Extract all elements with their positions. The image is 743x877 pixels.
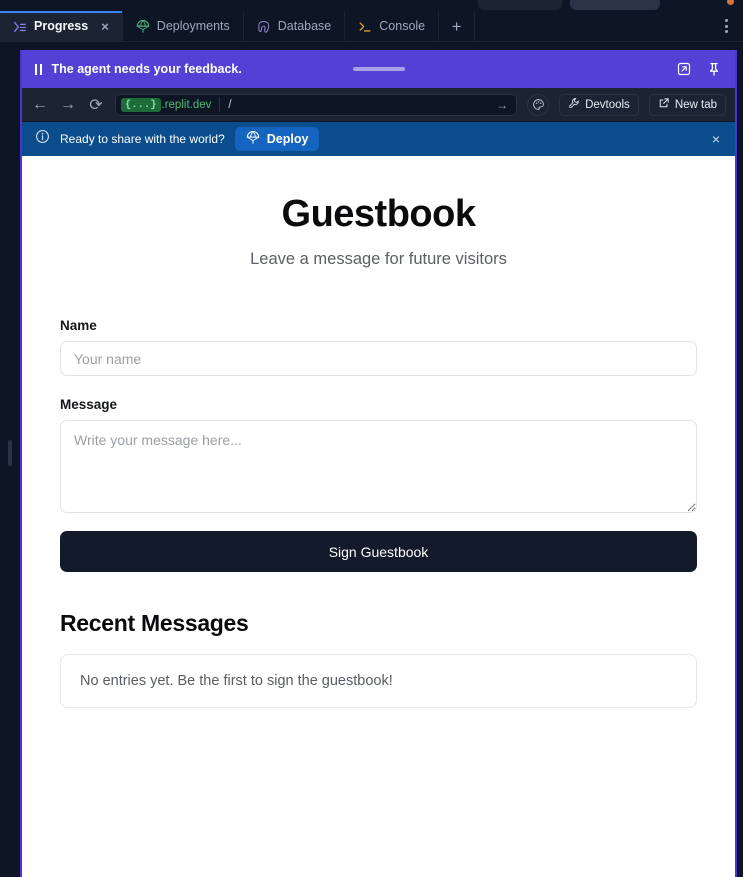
tab-label: Database bbox=[277, 19, 332, 34]
guestbook-form: Name Message Sign Guestbook bbox=[60, 318, 697, 572]
info-circle-icon bbox=[35, 129, 50, 149]
sign-guestbook-button[interactable]: Sign Guestbook bbox=[60, 531, 697, 572]
empty-state-card: No entries yet. Be the first to sign the… bbox=[60, 654, 697, 708]
devtools-label: Devtools bbox=[585, 98, 630, 111]
devtools-button[interactable]: Devtools bbox=[559, 93, 639, 116]
drag-handle[interactable] bbox=[352, 67, 405, 71]
recent-messages-heading: Recent Messages bbox=[60, 610, 249, 636]
pin-icon[interactable] bbox=[706, 61, 722, 77]
forward-button[interactable]: → bbox=[59, 96, 77, 114]
new-tab-label: New tab bbox=[674, 98, 717, 111]
url-host-text: .replit.dev bbox=[161, 98, 212, 111]
panel-resize-handle[interactable] bbox=[8, 440, 12, 466]
guestbook-page: Guestbook Leave a message for future vis… bbox=[22, 156, 735, 877]
agent-actions bbox=[676, 61, 722, 77]
message-textarea[interactable] bbox=[60, 420, 697, 513]
name-input[interactable] bbox=[60, 341, 697, 376]
pause-icon[interactable] bbox=[35, 63, 42, 75]
reload-button[interactable]: ⟳ bbox=[87, 96, 105, 114]
new-tab-external-button[interactable]: New tab bbox=[648, 93, 726, 116]
name-field-label: Name bbox=[60, 318, 97, 333]
parachute-icon bbox=[136, 19, 150, 34]
new-tab-button[interactable]: + bbox=[439, 11, 476, 42]
deploy-button-label: Deploy bbox=[266, 132, 309, 146]
close-icon[interactable]: × bbox=[710, 131, 722, 147]
deploy-banner-message: Ready to share with the world? bbox=[60, 132, 225, 146]
url-go-button[interactable]: → bbox=[496, 98, 511, 112]
status-dot-icon bbox=[727, 0, 734, 5]
page-subtitle: Leave a message for future visitors bbox=[250, 250, 507, 268]
tab-progress[interactable]: Progress × bbox=[0, 11, 123, 42]
tab-close-icon[interactable]: × bbox=[101, 20, 109, 33]
tab-bar-more-button[interactable] bbox=[709, 11, 743, 41]
more-vertical-icon bbox=[724, 19, 728, 33]
tab-label: Console bbox=[379, 19, 426, 34]
deploy-banner: Ready to share with the world? Deploy × bbox=[22, 122, 735, 156]
url-path-text: / bbox=[228, 98, 232, 111]
toolbar-pill-left[interactable] bbox=[478, 0, 562, 10]
console-prompt-icon bbox=[358, 20, 372, 34]
palette-icon[interactable] bbox=[527, 93, 550, 116]
message-field-label: Message bbox=[60, 397, 118, 412]
postgres-elephant-icon bbox=[257, 20, 271, 34]
tab-console[interactable]: Console bbox=[345, 11, 440, 42]
browser-url-bar: ← → ⟳ {...} .replit.dev / → Devtools New… bbox=[22, 88, 735, 122]
parachute-icon bbox=[246, 130, 260, 148]
tab-database[interactable]: Database bbox=[244, 11, 346, 42]
back-button[interactable]: ← bbox=[31, 96, 49, 114]
agent-status-bar: The agent needs your feedback. bbox=[22, 50, 735, 88]
url-input[interactable]: {...} .replit.dev / → bbox=[115, 93, 518, 116]
tab-label: Deployments bbox=[156, 19, 230, 34]
app-window: Progress × Deployments Database Console … bbox=[0, 0, 743, 877]
wrench-icon bbox=[568, 97, 580, 112]
page-title: Guestbook bbox=[281, 193, 476, 235]
tab-deployments[interactable]: Deployments bbox=[123, 11, 244, 42]
toolbar-pill-right[interactable] bbox=[570, 0, 660, 10]
tab-label: Progress bbox=[34, 19, 89, 34]
terminal-progress-icon bbox=[13, 20, 27, 34]
preview-pane: The agent needs your feedback. ← → ⟳ {..… bbox=[20, 50, 737, 877]
tab-bar-spacer bbox=[475, 11, 709, 41]
agent-status-text: The agent needs your feedback. bbox=[51, 62, 242, 76]
url-divider bbox=[219, 97, 221, 112]
deploy-button[interactable]: Deploy bbox=[234, 127, 320, 151]
url-host-placeholder-badge: {...} bbox=[121, 97, 161, 112]
tab-bar: Progress × Deployments Database Console … bbox=[0, 11, 743, 42]
open-external-icon[interactable] bbox=[676, 61, 692, 77]
open-external-icon bbox=[658, 97, 670, 112]
top-toolbar-strip bbox=[0, 0, 743, 11]
